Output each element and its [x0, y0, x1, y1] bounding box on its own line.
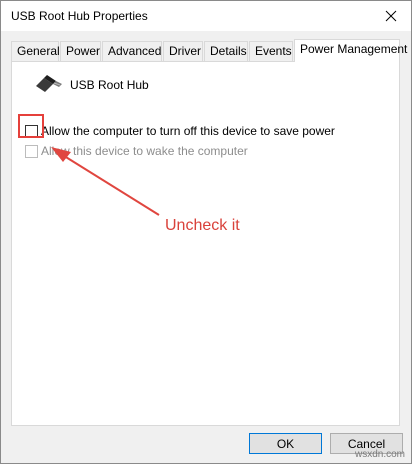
ok-button[interactable]: OK — [249, 433, 322, 454]
watermark: wsxdn.com — [354, 449, 405, 460]
tab-power-management[interactable]: Power Management — [294, 39, 407, 62]
properties-dialog: USB Root Hub Properties General Power Ad… — [0, 0, 412, 464]
annotation-arrow — [51, 147, 160, 216]
